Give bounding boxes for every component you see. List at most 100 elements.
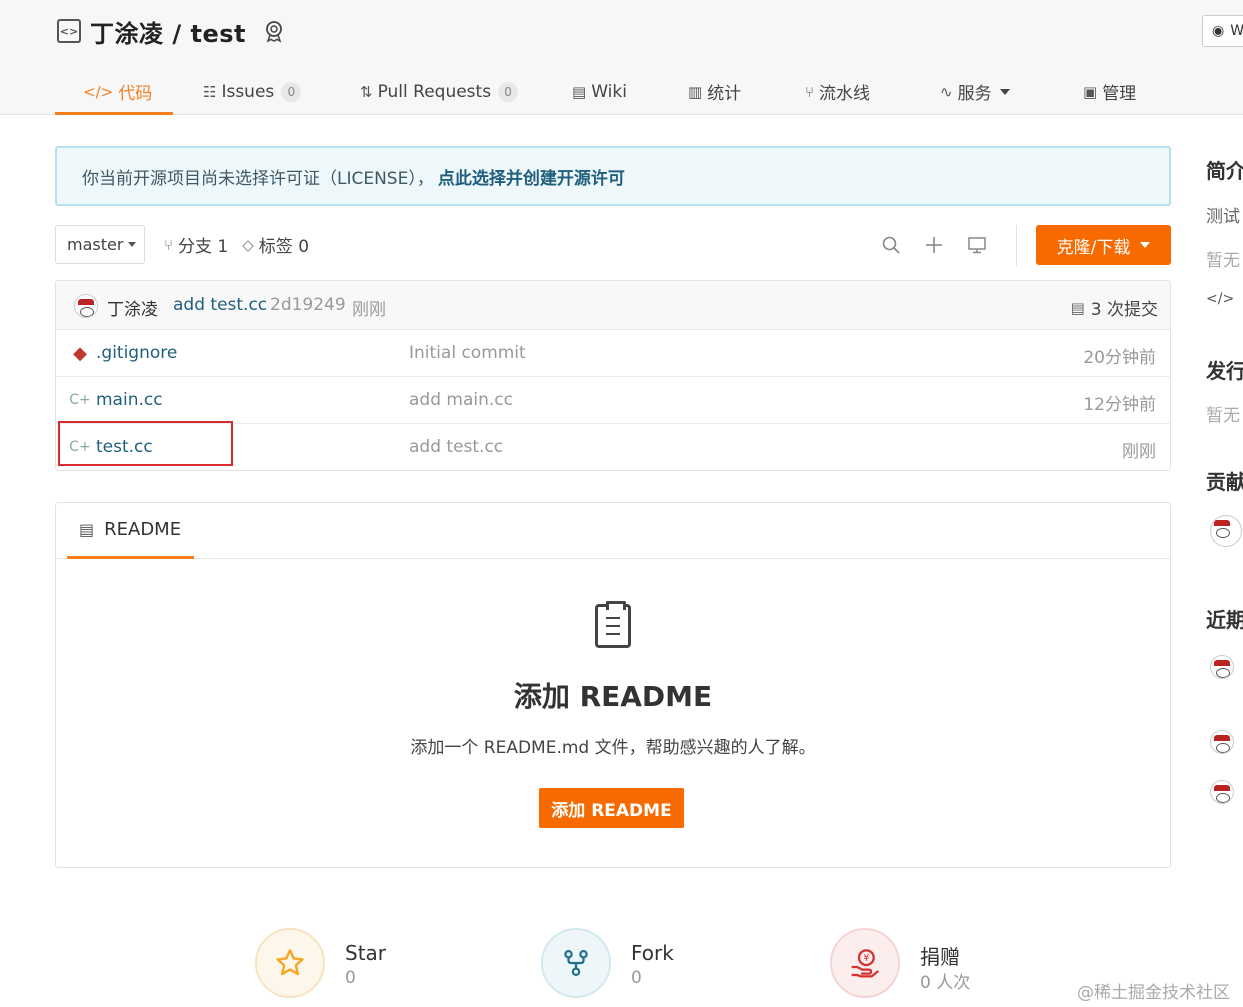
commit-message[interactable]: add test.cc: [173, 295, 267, 315]
sidebar-recent-title: 近期: [1206, 608, 1243, 632]
code-icon: </>: [83, 82, 114, 101]
monitor-icon[interactable]: [965, 233, 989, 257]
tab-pull-requests[interactable]: ⇅ Pull Requests 0: [360, 68, 519, 115]
award-badge-icon[interactable]: [262, 19, 286, 43]
fork-stat[interactable]: Fork 0: [541, 928, 741, 998]
file-commit-message[interactable]: add test.cc: [409, 437, 503, 457]
cpp-file-icon: C+: [69, 392, 91, 408]
active-tab-indicator: [55, 112, 173, 115]
donate-stat[interactable]: ¥ 捐赠 0 人次: [830, 928, 1030, 998]
avatar[interactable]: [1210, 655, 1234, 679]
commit-author[interactable]: 丁涂凌: [107, 295, 158, 320]
watch-button[interactable]: ◉ W: [1202, 15, 1243, 47]
add-readme-button[interactable]: 添加 README: [539, 788, 684, 828]
branch-selector-label: master: [67, 235, 124, 254]
tab-issues-label: Issues: [221, 81, 275, 102]
commit-hash[interactable]: 2d19249: [270, 295, 346, 315]
tags-link[interactable]: ◇ 标签 0: [242, 232, 310, 258]
sidebar-intro-none: 暂无: [1206, 251, 1240, 271]
tab-issues[interactable]: ☷ Issues 0: [203, 68, 302, 115]
watermark: @稀土掘金技术社区: [1077, 983, 1230, 1003]
sidebar-release-none: 暂无: [1206, 406, 1240, 426]
readme-panel: ▤ README 添加 README 添加一个 README.md 文件，帮助感…: [55, 502, 1171, 868]
file-name[interactable]: main.cc: [96, 390, 163, 410]
fork-count: 0: [631, 968, 642, 988]
tab-code[interactable]: </> 代码: [83, 68, 152, 115]
commits-icon: ▤: [1070, 298, 1085, 317]
file-time: 12分钟前: [1083, 395, 1156, 415]
tab-stats[interactable]: ▥ 统计: [688, 68, 741, 115]
highlight-annotation: [58, 421, 233, 466]
document-icon: ▤: [79, 520, 95, 539]
file-time: 20分钟前: [1083, 348, 1156, 368]
create-license-link[interactable]: 点此选择并创建开源许可: [438, 164, 625, 189]
chevron-down-icon: [128, 242, 137, 247]
chevron-down-icon: [1140, 242, 1151, 248]
license-notice: 你当前开源项目尚未选择许可证（LICENSE）， 点此选择并创建开源许可: [55, 146, 1171, 206]
avatar[interactable]: [1210, 730, 1234, 754]
tab-services[interactable]: ∿ 服务: [940, 68, 1010, 115]
issues-count-badge: 0: [281, 81, 302, 102]
table-row[interactable]: C+ main.cc add main.cc 12分钟前: [56, 377, 1170, 424]
clone-download-button[interactable]: 克隆/下载: [1036, 225, 1171, 265]
branch-info: ⑂ 分支 1 ◇ 标签 0: [164, 225, 323, 264]
table-row[interactable]: ◆ .gitignore Initial commit 20分钟前: [56, 330, 1170, 377]
readme-tab-label: README: [104, 519, 182, 540]
tab-pipeline[interactable]: ⑂ 流水线: [805, 68, 870, 115]
sidebar-code-link[interactable]: </> C: [1206, 291, 1243, 307]
search-icon[interactable]: [879, 233, 903, 257]
donate-icon: ¥: [851, 949, 880, 978]
sidebar-contributors-title: 贡献: [1206, 470, 1243, 494]
toolbar-divider: [1016, 225, 1017, 267]
svg-text:¥: ¥: [863, 953, 869, 964]
issues-icon: ☷: [203, 82, 217, 101]
tab-manage[interactable]: ▣ 管理: [1083, 68, 1136, 115]
git-file-icon: ◆: [73, 342, 87, 364]
tags-count: 标签 0: [258, 237, 310, 257]
sidebar-release-title: 发行: [1206, 359, 1243, 383]
donate-icon-circle: ¥: [830, 928, 900, 998]
tab-services-label: 服务: [957, 84, 992, 104]
readme-tab[interactable]: ▤ README: [67, 503, 194, 559]
service-icon: ∿: [940, 82, 953, 101]
watch-label: W: [1230, 23, 1243, 39]
star-count: 0: [345, 968, 356, 988]
donate-label: 捐赠: [920, 945, 960, 969]
repo-header: <> 丁涂凌 / test ◉ W </> 代码 ☷ Issues 0 ⇅ Pu…: [0, 0, 1243, 115]
donate-count: 0 人次: [920, 973, 971, 993]
branches-link[interactable]: ⑂ 分支 1: [164, 232, 229, 258]
avatar[interactable]: [1210, 515, 1242, 547]
readme-empty-description: 添加一个 README.md 文件，帮助感兴趣的人了解。: [410, 738, 816, 758]
branch-selector[interactable]: master: [55, 225, 145, 264]
fork-icon-circle: [541, 928, 611, 998]
file-name[interactable]: .gitignore: [96, 343, 177, 363]
tab-wiki[interactable]: ▤ Wiki: [572, 68, 627, 115]
readme-empty-title: 添加 README: [513, 680, 713, 713]
file-commit-message[interactable]: Initial commit: [409, 343, 526, 363]
tab-manage-label: 管理: [1102, 84, 1137, 104]
branch-icon: ⑂: [164, 235, 174, 254]
repository-icon: <>: [57, 19, 81, 43]
repo-name[interactable]: 丁涂凌 / test: [90, 14, 246, 49]
manage-icon: ▣: [1083, 82, 1098, 101]
chart-icon: ▥: [688, 82, 703, 101]
tab-pull-requests-label: Pull Requests: [377, 81, 492, 102]
file-tools: [879, 230, 1008, 260]
readme-header: ▤ README: [56, 503, 1170, 559]
avatar[interactable]: [1210, 780, 1234, 804]
star-stat[interactable]: Star 0: [255, 928, 455, 998]
latest-commit-row: 丁涂凌 add test.cc 2d19249 刚刚 ▤ 3 次提交: [56, 281, 1170, 330]
star-icon-circle: [255, 928, 325, 998]
file-commit-message[interactable]: add main.cc: [409, 390, 513, 410]
avatar[interactable]: [74, 294, 98, 318]
sidebar-intro-text: 测试: [1206, 207, 1240, 227]
fork-label: Fork: [631, 941, 674, 965]
star-icon: [276, 949, 304, 976]
wiki-icon: ▤: [572, 82, 587, 101]
branches-count: 分支 1: [178, 237, 229, 257]
tab-wiki-label: Wiki: [591, 81, 627, 102]
repo-tabs: </> 代码 ☷ Issues 0 ⇅ Pull Requests 0 ▤ Wi…: [55, 68, 1175, 115]
fork-icon: [564, 950, 588, 976]
plus-icon[interactable]: [922, 233, 946, 257]
commit-count-link[interactable]: ▤ 3 次提交: [1070, 295, 1158, 321]
